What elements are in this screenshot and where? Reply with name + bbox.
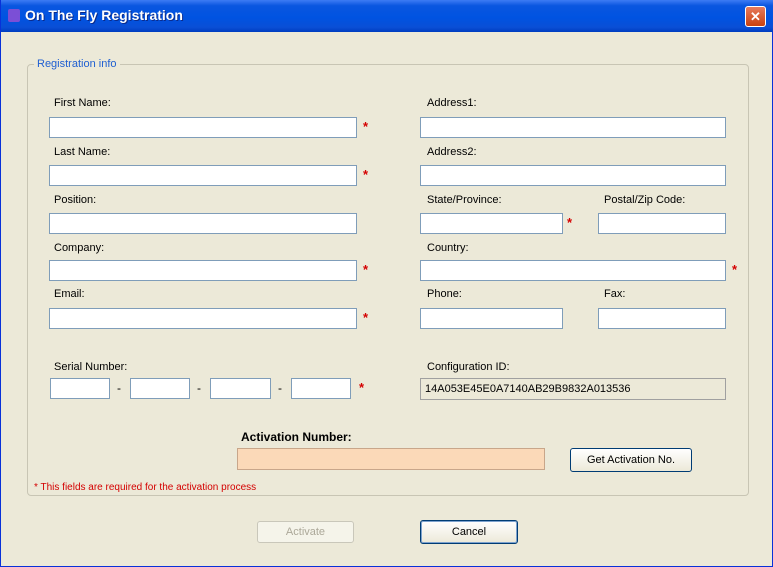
close-icon[interactable]: ✕ [745, 6, 766, 27]
serial-part-3-field[interactable] [210, 378, 271, 399]
phone-field[interactable] [420, 308, 563, 329]
required-fields-note: * This fields are required for the activ… [34, 482, 257, 493]
address1-label: Address1: [427, 97, 477, 109]
serial-part-1-field[interactable] [50, 378, 110, 399]
last-name-field[interactable] [49, 165, 357, 186]
serial-separator: - [117, 381, 121, 395]
company-field[interactable] [49, 260, 357, 281]
required-mark: * [363, 167, 369, 182]
title-bar[interactable]: On The Fly Registration ✕ [1, 0, 773, 32]
required-mark: * [363, 119, 369, 134]
address2-field[interactable] [420, 165, 726, 186]
activation-number-label: Activation Number: [241, 430, 352, 444]
required-mark: * [363, 310, 369, 325]
get-activation-button[interactable]: Get Activation No. [570, 448, 692, 472]
address2-label: Address2: [427, 146, 477, 158]
registration-dialog: On The Fly Registration ✕ Registration i… [0, 0, 773, 567]
company-label: Company: [54, 242, 105, 254]
serial-separator: - [278, 381, 282, 395]
last-name-label: Last Name: [54, 146, 111, 158]
postal-label: Postal/Zip Code: [604, 194, 686, 206]
address1-field[interactable] [420, 117, 726, 138]
position-label: Position: [54, 194, 97, 206]
group-legend: Registration info [34, 58, 120, 70]
position-field[interactable] [49, 213, 357, 234]
app-icon [8, 9, 20, 22]
serial-part-4-field[interactable] [291, 378, 351, 399]
state-label: State/Province: [427, 194, 502, 206]
serial-part-2-field[interactable] [130, 378, 190, 399]
first-name-field[interactable] [49, 117, 357, 138]
phone-label: Phone: [427, 288, 462, 300]
fax-label: Fax: [604, 288, 626, 300]
required-mark: * [359, 380, 365, 395]
email-field[interactable] [49, 308, 357, 329]
fax-field[interactable] [598, 308, 726, 329]
first-name-label: First Name: [54, 97, 111, 109]
email-label: Email: [54, 288, 85, 300]
required-mark: * [567, 215, 573, 230]
serial-number-label: Serial Number: [54, 361, 128, 373]
serial-separator: - [197, 381, 201, 395]
required-mark: * [732, 262, 738, 277]
configuration-id-value: 14A053E45E0A7140AB29B9832A013536 [420, 378, 726, 400]
postal-field[interactable] [598, 213, 726, 234]
activation-number-field[interactable] [237, 448, 545, 470]
country-label: Country: [427, 242, 469, 254]
cancel-button[interactable]: Cancel [420, 520, 518, 544]
window-title: On The Fly Registration [25, 7, 183, 23]
country-field[interactable] [420, 260, 726, 281]
configuration-id-label: Configuration ID: [427, 361, 510, 373]
required-mark: * [363, 262, 369, 277]
activate-button[interactable]: Activate [257, 521, 354, 543]
state-field[interactable] [420, 213, 563, 234]
